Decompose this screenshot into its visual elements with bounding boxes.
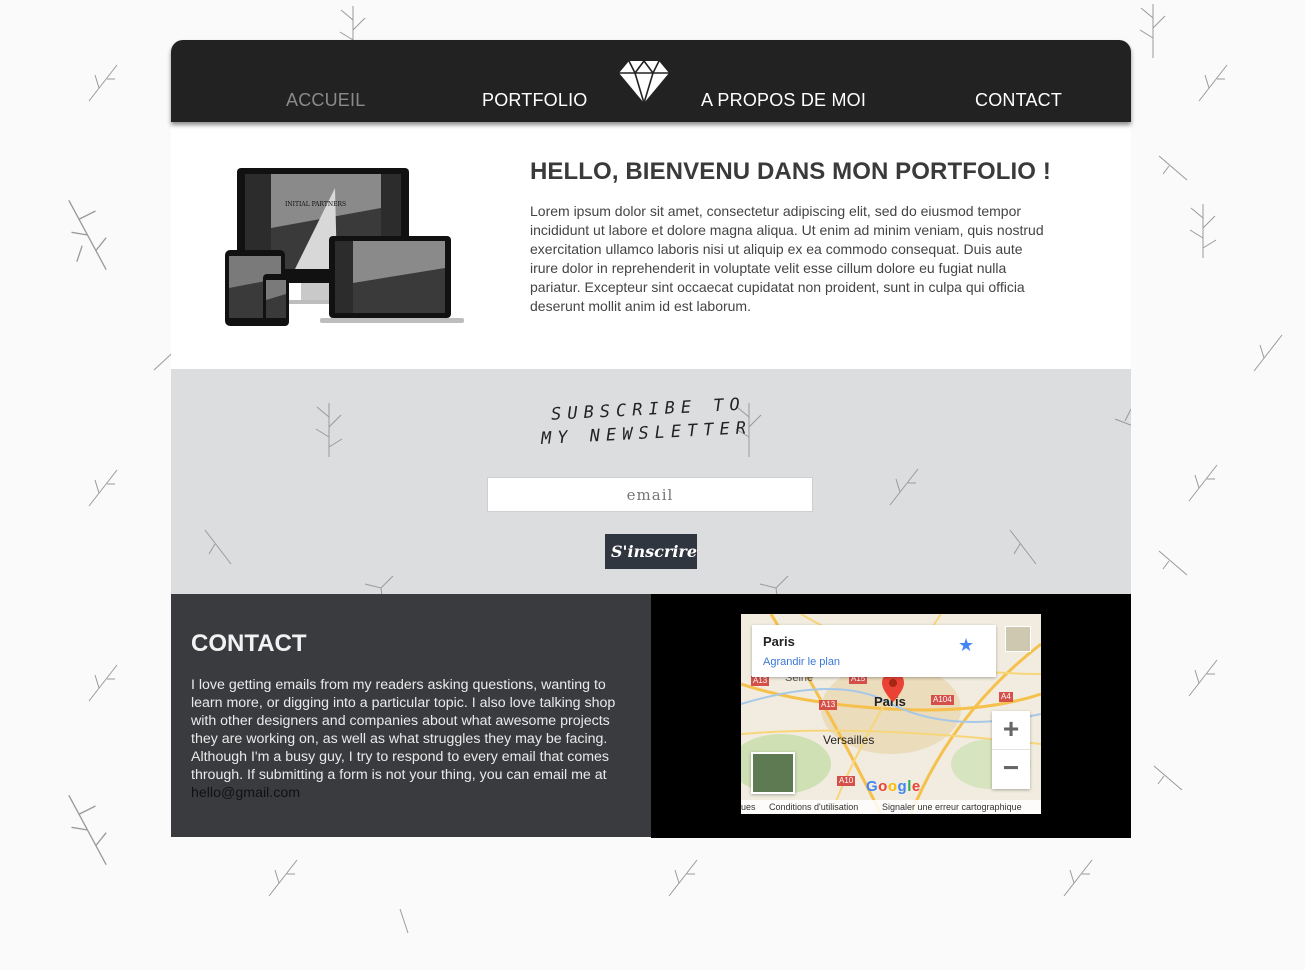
sprig-decoration xyxy=(1250,325,1286,385)
sprig-decoration xyxy=(85,55,121,115)
star-icon[interactable]: ★ xyxy=(958,635,974,656)
sprig-decoration xyxy=(1150,760,1186,820)
hero-text: Lorem ipsum dolor sit amet, consectetur … xyxy=(530,203,1044,314)
map-section: Seine A13 A15 A13 A104 A4 A10 Paris Vers… xyxy=(651,594,1131,838)
contact-body: I love getting emails from my readers as… xyxy=(191,677,616,783)
sprig-decoration xyxy=(1195,55,1231,115)
sprig-decoration xyxy=(201,524,237,584)
newsletter-section: SUBSCRIBE TO MY NEWSLETTER S'inscrire xyxy=(171,369,1131,594)
sprig-decoration xyxy=(1006,524,1042,584)
zoom-out-button[interactable]: − xyxy=(992,750,1030,788)
road-badge: A13 xyxy=(751,676,770,686)
google-logo: Google xyxy=(866,778,921,795)
page-container: ACCUEIL PORTFOLIO A PROPOS DE MOI CONTAC… xyxy=(171,40,1131,838)
sprig-decoration xyxy=(1185,650,1221,710)
newsletter-title: SUBSCRIBE TO MY NEWSLETTER xyxy=(541,395,771,449)
satellite-toggle[interactable] xyxy=(751,752,795,794)
sprig-decoration xyxy=(311,399,347,459)
sprig-decoration xyxy=(85,460,121,520)
sprig-decoration xyxy=(665,850,701,910)
hero-title: HELLO, BIENVENU DANS MON PORTFOLIO ! xyxy=(530,158,1051,185)
subscribe-button[interactable]: S'inscrire xyxy=(605,534,697,569)
road-badge: A13 xyxy=(819,700,838,710)
sprig-decoration xyxy=(1135,0,1171,60)
sprig-decoration xyxy=(361,554,397,594)
zoom-in-button[interactable]: + xyxy=(992,711,1030,750)
main-nav: ACCUEIL PORTFOLIO A PROPOS DE MOI CONTAC… xyxy=(171,40,1131,122)
zoom-controls: + − xyxy=(992,711,1030,789)
road-badge: A4 xyxy=(999,692,1013,702)
sprig-decoration xyxy=(1155,545,1191,605)
sprig-decoration xyxy=(85,655,121,715)
road-badge: A10 xyxy=(837,776,856,786)
sprig-decoration xyxy=(265,850,301,910)
sprig-decoration xyxy=(60,195,115,275)
terms-link[interactable]: Conditions d'utilisation xyxy=(769,800,858,814)
sprig-decoration xyxy=(1185,200,1221,260)
road-badge: A104 xyxy=(931,695,954,705)
report-error-link[interactable]: Signaler une erreur cartographique xyxy=(882,800,1022,814)
place-name: Paris xyxy=(763,634,795,649)
hero-section: INITIAL PARTNERS HELLO, BIENVENU DANS MO… xyxy=(171,122,1131,369)
map-footer: ues Conditions d'utilisation Signaler un… xyxy=(741,800,1041,814)
nav-item-contact[interactable]: CONTACT xyxy=(975,90,1062,111)
contact-text: I love getting emails from my readers as… xyxy=(191,676,636,802)
nav-item-accueil[interactable]: ACCUEIL xyxy=(286,90,365,111)
sprig-decoration xyxy=(390,905,426,965)
nav-item-a-propos[interactable]: A PROPOS DE MOI xyxy=(701,90,866,111)
nav-item-portfolio[interactable]: PORTFOLIO xyxy=(482,90,588,111)
sprig-decoration xyxy=(60,790,115,870)
email-input[interactable] xyxy=(487,477,813,512)
sprig-decoration xyxy=(1060,850,1096,910)
street-view-icon[interactable] xyxy=(1005,626,1031,652)
sprig-decoration xyxy=(756,554,792,594)
responsive-devices-image: INITIAL PARTNERS xyxy=(225,168,464,326)
sprig-decoration xyxy=(1111,399,1131,459)
sprig-decoration xyxy=(1185,455,1221,515)
contact-email-link[interactable]: hello@gmail.com xyxy=(191,785,300,801)
google-map[interactable]: Seine A13 A15 A13 A104 A4 A10 Paris Vers… xyxy=(741,614,1041,814)
place-card: Paris Agrandir le plan ★ xyxy=(752,625,996,677)
map-footer-left: ues xyxy=(741,802,756,812)
enlarge-map-link[interactable]: Agrandir le plan xyxy=(763,656,840,668)
devices-caption: INITIAL PARTNERS xyxy=(285,201,346,208)
map-label-versailles: Versailles xyxy=(823,733,875,747)
sprig-decoration xyxy=(886,459,922,519)
contact-section: CONTACT I love getting emails from my re… xyxy=(171,594,651,837)
diamond-icon[interactable] xyxy=(619,59,669,103)
contact-title: CONTACT xyxy=(191,630,307,657)
